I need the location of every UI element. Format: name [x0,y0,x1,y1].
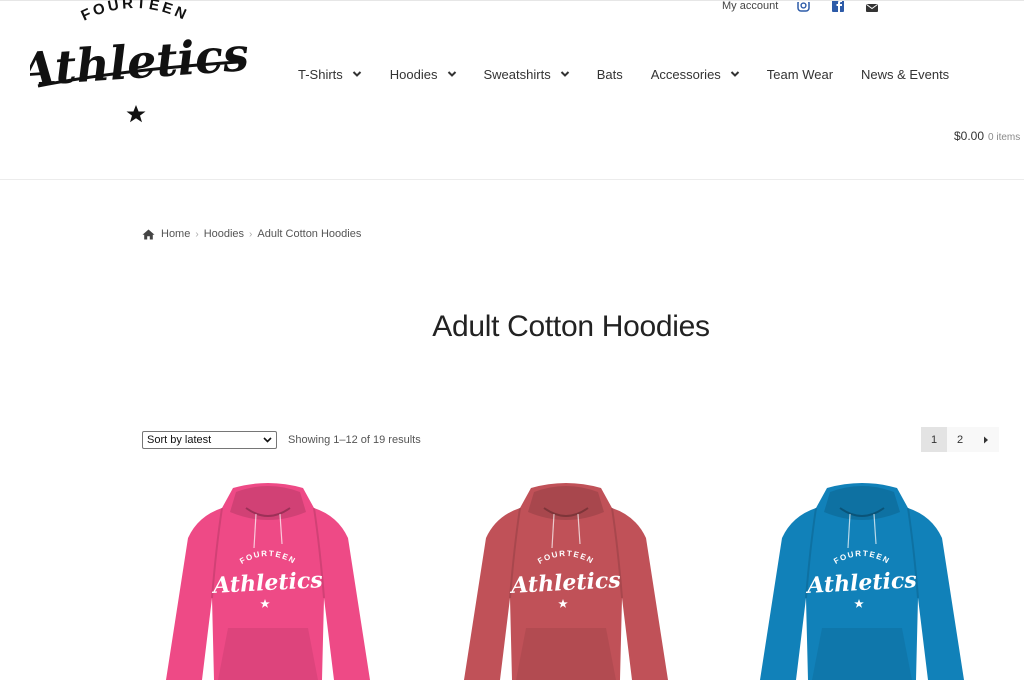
nav-item-label: Accessories [650,66,721,82]
logo-arc-text: FOURTEEN [78,0,188,25]
header-divider [0,179,1024,180]
hoodie-hood [230,486,306,520]
logo-graphic: FOURTEEN Athletics [30,0,250,123]
breadcrumb: Home › Hoodies › Adult Cotton Hoodies [142,228,361,240]
nav-item-tshirts[interactable]: T-Shirts [298,67,362,82]
nav-item-accessories[interactable]: Accessories [651,67,740,82]
pagination: 1 2 [921,427,999,452]
site-logo[interactable]: FOURTEEN Athletics [30,0,250,130]
nav-item-hoodies[interactable]: Hoodies [390,67,457,82]
product-image: FOURTEENAthletics [464,483,668,680]
hoodie-pocket [218,628,318,680]
logo-star-icon [126,105,146,123]
next-page-button[interactable] [973,427,999,452]
nav-item-news-events[interactable]: News & Events [861,67,949,82]
nav-item-label: Team Wear [766,66,834,82]
page-1[interactable]: 1 [921,427,947,452]
breadcrumb-separator: › [249,228,253,240]
cart-link[interactable]: $0.00 0 items [954,129,1020,143]
breadcrumb-home[interactable]: Home [161,228,190,240]
product-card[interactable]: FOURTEEN Athletics [732,478,992,680]
nav-item-label: Hoodies [389,66,438,82]
nav-item-label: T-Shirts [298,66,343,82]
breadcrumb-current: Adult Cotton Hoodies [257,228,362,240]
nav-item-bats[interactable]: Bats [597,67,623,82]
chevron-down-icon [352,71,362,77]
instagram-icon[interactable] [797,0,810,18]
product-card[interactable]: FOURTEEN Athletics [436,478,696,680]
nav-item-label: Sweatshirts [483,66,551,82]
sort-select[interactable]: Sort by latest [142,431,277,449]
cart-total: $0.00 [954,129,985,143]
page-title: Adult Cotton Hoodies [432,310,710,343]
chevron-down-icon [560,71,569,77]
secondary-nav: My account [722,0,778,14]
product-image: FOURTEENAthletics [760,483,964,680]
sort-selected-value: Sort by latest [147,434,212,446]
nav-item-label: News & Events [861,66,950,82]
my-account-link[interactable]: My account [722,0,778,12]
hoodie-hood [528,486,604,520]
nav-item-label: Bats [596,66,623,82]
nav-item-sweatshirts[interactable]: Sweatshirts [484,67,570,82]
home-icon [142,229,155,239]
facebook-icon[interactable] [832,0,845,18]
product-image: FOURTEENAthletics [166,483,370,680]
hoodie-hood [824,486,900,520]
cart-item-count: 0 items [988,132,1021,143]
svg-text:FOURTEEN: FOURTEEN [78,0,191,25]
nav-item-team-wear[interactable]: Team Wear [767,67,833,82]
result-count: Showing 1–12 of 19 results [288,434,421,446]
chevron-right-icon [984,436,988,443]
page-2[interactable]: 2 [947,427,973,452]
email-icon[interactable] [866,0,878,18]
chevron-down-icon [447,71,456,77]
breadcrumb-hoodies[interactable]: Hoodies [204,228,244,240]
hoodie-pocket [812,628,912,680]
breadcrumb-separator: › [195,228,199,240]
hoodie-pocket [516,628,616,680]
main-nav: T-Shirts Hoodies Sweatshirts Bats Access… [298,64,949,84]
product-card[interactable]: FOURTEEN Athletics [138,478,398,680]
chevron-down-icon [263,437,272,443]
chevron-down-icon [730,71,740,77]
